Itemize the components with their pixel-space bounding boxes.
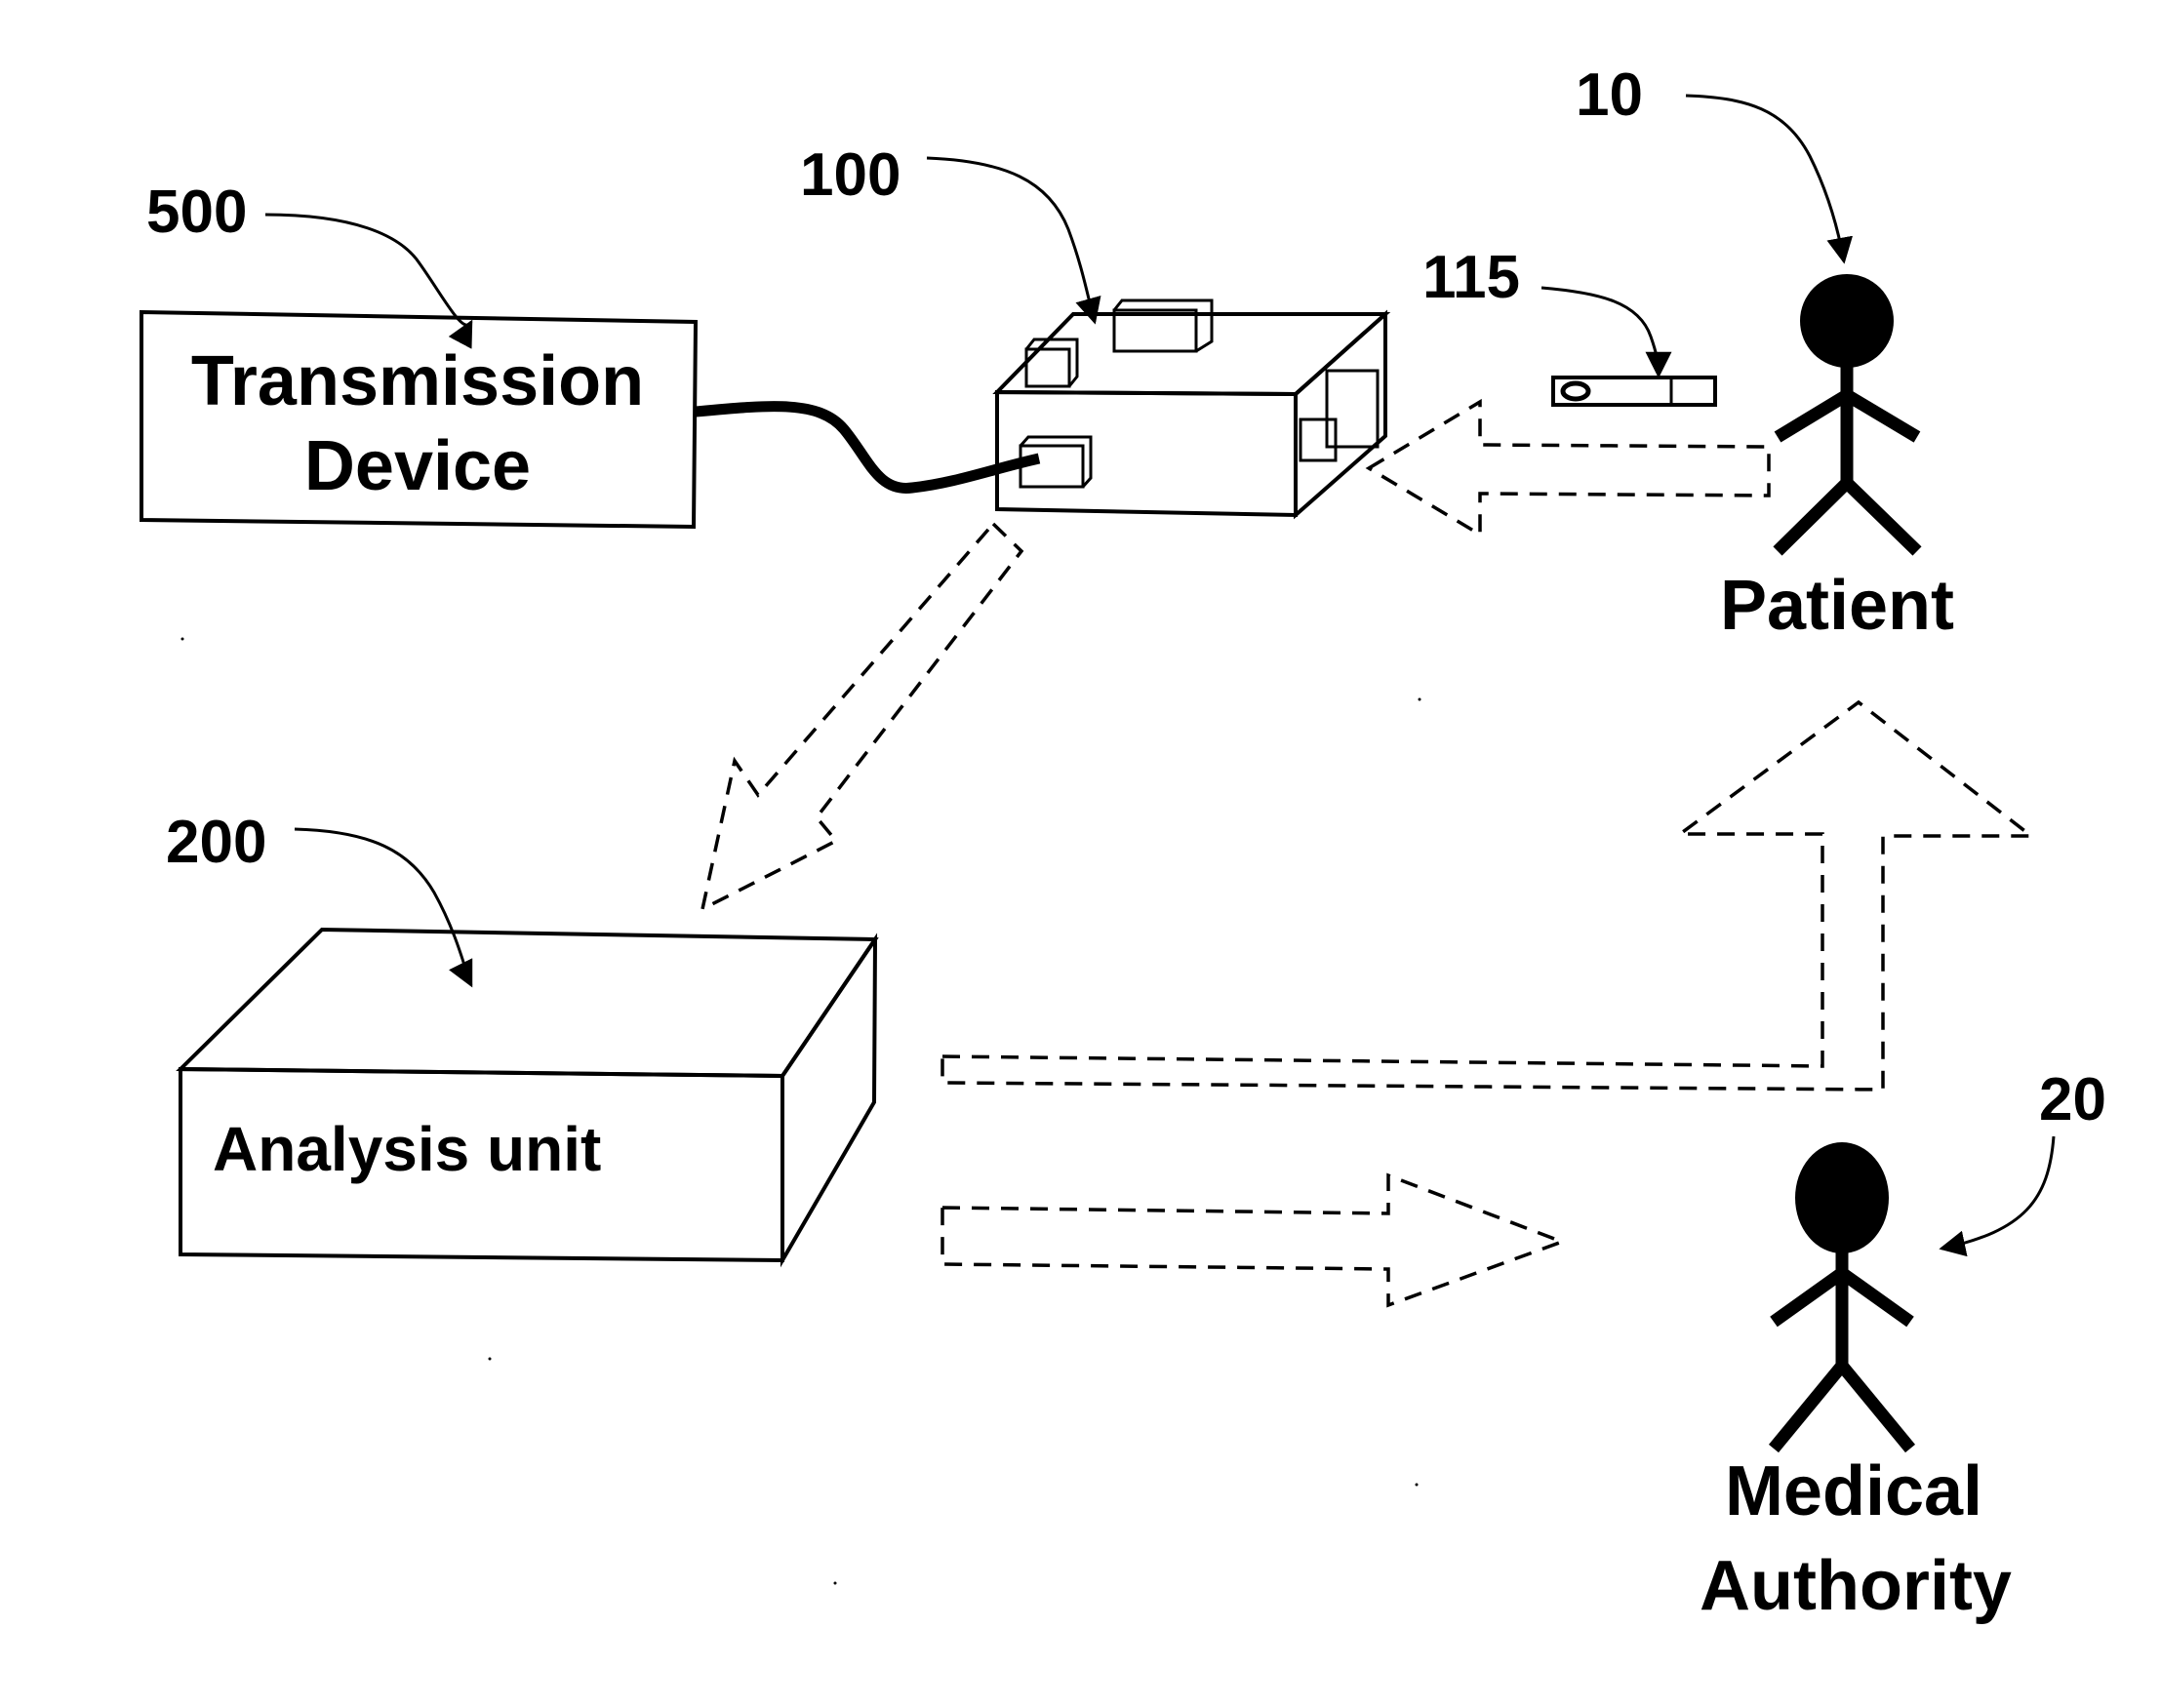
transmission-device-label-line2: Device — [304, 427, 531, 505]
scan-speck — [488, 1357, 492, 1361]
scan-speck — [180, 637, 184, 641]
scan-speck — [833, 1581, 837, 1585]
ref-label-115: 115 — [1422, 244, 1520, 311]
flow-arrow-patient-to-device — [1365, 398, 1771, 538]
scan-speck — [1418, 697, 1421, 701]
device-component — [1299, 417, 1338, 462]
flow-arrow-analysis-to-medical-authority — [940, 1172, 1568, 1308]
device — [992, 298, 1391, 520]
patient-head — [1800, 274, 1894, 368]
device-side — [1294, 309, 1387, 520]
leader-arrow-200 — [294, 827, 473, 988]
transmission-device: Transmission Device — [140, 309, 699, 530]
patient-label: Patient — [1720, 567, 1954, 645]
device-port — [1019, 444, 1085, 489]
leader-arrow-100 — [926, 156, 1101, 325]
medical-authority-head — [1795, 1142, 1889, 1253]
medical-authority-label-line2: Authority — [1700, 1547, 2012, 1625]
ref-label-100: 100 — [800, 141, 900, 209]
test-strip-sample-spot — [1560, 380, 1591, 402]
device-front — [995, 389, 1298, 518]
test-strip — [1551, 376, 1717, 407]
medical-authority-label-line1: Medical — [1725, 1452, 1982, 1530]
system-diagram: Transmission Device 500 100 115 Patient … — [140, 61, 2106, 1625]
ref-label-200: 200 — [166, 809, 266, 876]
leader-arrow-10 — [1685, 94, 1854, 264]
ref-label-500: 500 — [146, 179, 247, 246]
scan-speck — [1415, 1483, 1419, 1487]
analysis-unit-top — [176, 927, 879, 1079]
device-component — [1112, 308, 1198, 353]
cable — [695, 401, 1041, 494]
flow-arrow-device-to-analysis — [700, 521, 1024, 913]
analysis-unit: Analysis unit — [176, 927, 879, 1268]
ref-label-10: 10 — [1576, 61, 1643, 129]
leader-arrow-20 — [1939, 1135, 2056, 1257]
medical-authority-figure — [1768, 1142, 1916, 1453]
flow-arrow-analysis-to-patient — [940, 699, 2037, 1092]
analysis-unit-side — [780, 933, 878, 1268]
transmission-device-label-line1: Transmission — [191, 342, 644, 420]
patient-figure — [1773, 274, 1922, 556]
leader-arrow-500 — [264, 213, 473, 349]
ref-label-20: 20 — [2039, 1066, 2106, 1133]
analysis-unit-label: Analysis unit — [213, 1114, 601, 1184]
leader-arrow-115 — [1541, 286, 1672, 378]
